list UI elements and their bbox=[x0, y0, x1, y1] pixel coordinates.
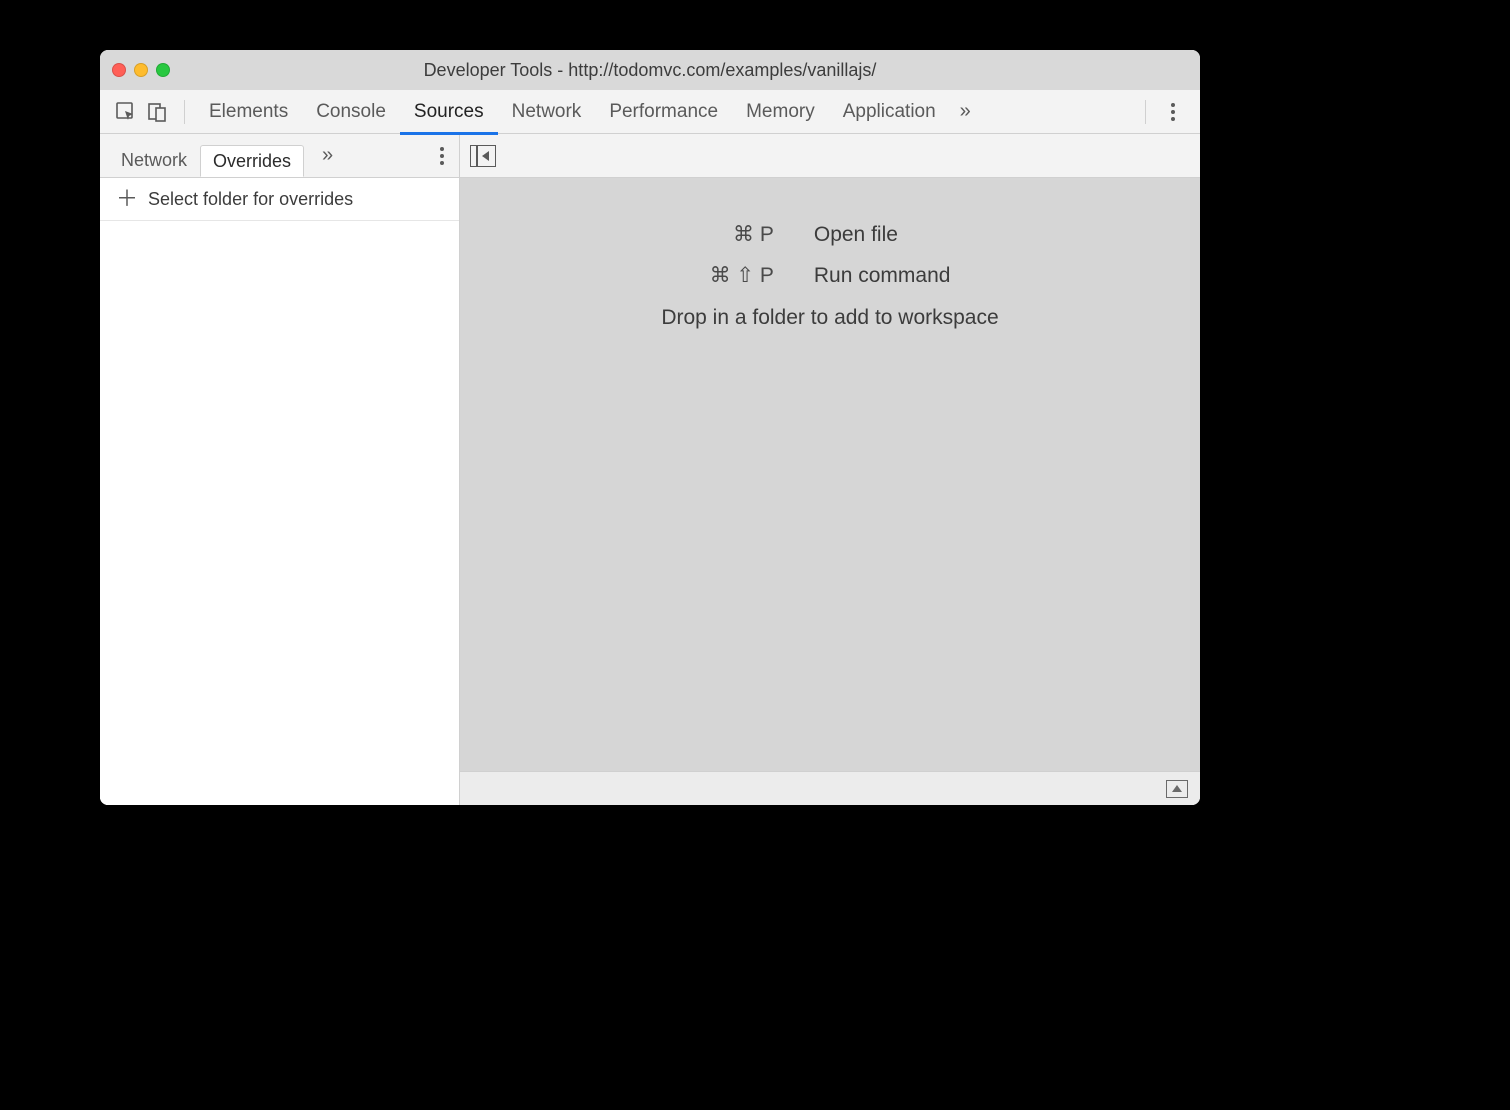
tab-memory[interactable]: Memory bbox=[732, 90, 829, 134]
more-tabs-icon[interactable]: » bbox=[950, 100, 979, 123]
separator bbox=[184, 100, 185, 124]
sub-tab-overrides[interactable]: Overrides bbox=[200, 145, 304, 177]
tab-label: Network bbox=[512, 101, 582, 123]
shortcut-keys: ⌘ ⇧ P bbox=[710, 263, 774, 288]
fullscreen-window-button[interactable] bbox=[156, 63, 170, 77]
traffic-lights bbox=[112, 63, 170, 77]
window-title: Developer Tools - http://todomvc.com/exa… bbox=[100, 60, 1200, 81]
shortcut-label: Open file bbox=[814, 223, 951, 247]
close-window-button[interactable] bbox=[112, 63, 126, 77]
tab-label: Console bbox=[316, 101, 386, 123]
tab-label: Application bbox=[843, 101, 936, 123]
plus-icon: ＋ bbox=[116, 188, 138, 210]
sub-tab-label: Overrides bbox=[213, 151, 291, 172]
shortcut-keys: ⌘ P bbox=[710, 222, 774, 247]
devtools-window: Developer Tools - http://todomvc.com/exa… bbox=[100, 50, 1200, 805]
tab-label: Sources bbox=[414, 101, 484, 123]
inspect-element-icon[interactable] bbox=[110, 98, 142, 126]
editor-area: ⌘ P Open file ⌘ ⇧ P Run command Drop in … bbox=[460, 134, 1200, 805]
sub-tab-network[interactable]: Network bbox=[108, 144, 200, 176]
tab-application[interactable]: Application bbox=[829, 90, 950, 134]
sub-tab-label: Network bbox=[121, 150, 187, 171]
minimize-window-button[interactable] bbox=[134, 63, 148, 77]
tab-sources[interactable]: Sources bbox=[400, 90, 498, 134]
tab-label: Memory bbox=[746, 101, 815, 123]
tab-label: Performance bbox=[609, 101, 718, 123]
overrides-panel: ＋ Select folder for overrides bbox=[100, 178, 459, 805]
navigator-sidebar: Network Overrides » ＋ Select folder for … bbox=[100, 134, 460, 805]
more-sub-tabs-icon[interactable]: » bbox=[312, 144, 341, 167]
editor-empty-state: ⌘ P Open file ⌘ ⇧ P Run command Drop in … bbox=[460, 178, 1200, 771]
show-drawer-icon[interactable] bbox=[1166, 780, 1188, 798]
editor-toolbar bbox=[460, 134, 1200, 178]
select-folder-button[interactable]: ＋ Select folder for overrides bbox=[100, 178, 459, 221]
tab-console[interactable]: Console bbox=[302, 90, 400, 134]
main-tab-bar: Elements Console Sources Network Perform… bbox=[100, 90, 1200, 134]
tab-network[interactable]: Network bbox=[498, 90, 596, 134]
device-toggle-icon[interactable] bbox=[142, 98, 174, 126]
drop-folder-hint: Drop in a folder to add to workspace bbox=[661, 306, 998, 330]
toggle-navigator-icon[interactable] bbox=[470, 145, 496, 167]
tab-label: Elements bbox=[209, 101, 288, 123]
select-folder-label: Select folder for overrides bbox=[148, 189, 353, 210]
separator bbox=[1145, 100, 1146, 124]
settings-menu-icon[interactable] bbox=[1156, 103, 1190, 121]
tab-elements[interactable]: Elements bbox=[195, 90, 302, 134]
shortcut-hints: ⌘ P Open file ⌘ ⇧ P Run command bbox=[710, 222, 951, 288]
drawer-bar bbox=[460, 771, 1200, 805]
shortcut-label: Run command bbox=[814, 264, 951, 288]
navigator-menu-icon[interactable] bbox=[425, 147, 459, 165]
content-area: Network Overrides » ＋ Select folder for … bbox=[100, 134, 1200, 805]
navigator-sub-tabs: Network Overrides » bbox=[100, 134, 459, 178]
titlebar: Developer Tools - http://todomvc.com/exa… bbox=[100, 50, 1200, 90]
tab-performance[interactable]: Performance bbox=[595, 90, 732, 134]
